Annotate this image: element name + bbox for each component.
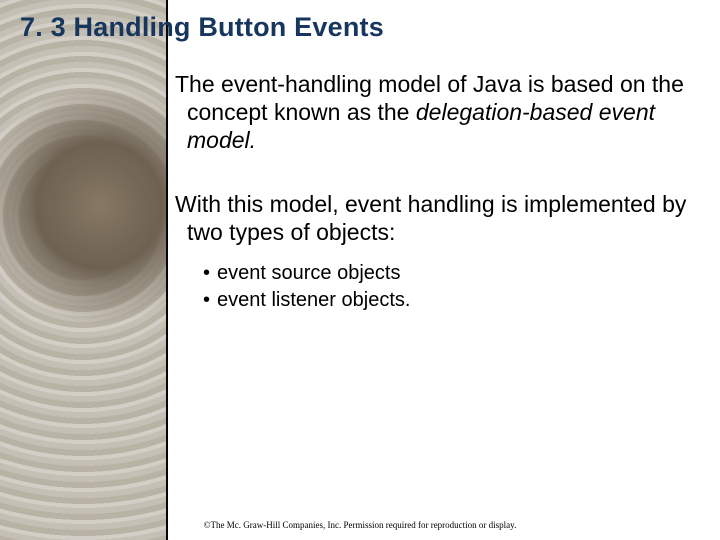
bullet-icon: • xyxy=(203,287,209,314)
list-item: • event listener objects. xyxy=(203,287,695,314)
bullet-icon: • xyxy=(203,260,209,287)
slide-title: 7. 3 Handling Button Events xyxy=(20,12,384,43)
slide-body: The event-handling model of Java is base… xyxy=(175,70,695,314)
list-item: • event source objects xyxy=(203,260,695,287)
list-item-label: event source objects xyxy=(217,260,400,287)
list-item-label: event listener objects. xyxy=(217,287,410,314)
copyright-footer: ©The Mc. Graw-Hill Companies, Inc. Permi… xyxy=(0,520,720,530)
paragraph-2: With this model, event handling is imple… xyxy=(175,190,695,246)
bullet-list: • event source objects • event listener … xyxy=(203,260,695,314)
slide: 7. 3 Handling Button Events The event-ha… xyxy=(0,0,720,540)
paragraph-1: The event-handling model of Java is base… xyxy=(175,70,695,154)
